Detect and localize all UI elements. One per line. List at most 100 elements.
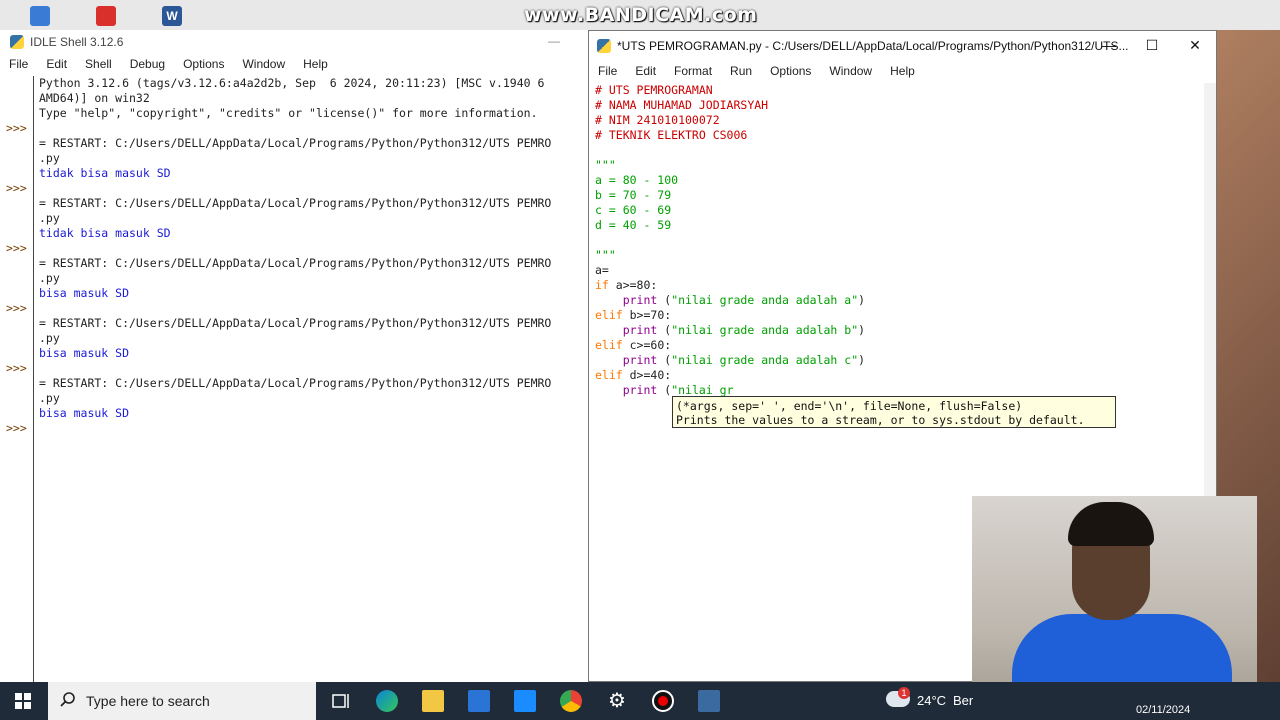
shell-prompt: >>> [6, 361, 27, 375]
shell-menu-shell[interactable]: Shell [85, 57, 112, 71]
shell-output-line [39, 301, 590, 316]
record-icon[interactable] [652, 690, 674, 712]
editor-menu-help[interactable]: Help [890, 64, 915, 78]
shell-title: IDLE Shell 3.12.6 [30, 35, 124, 49]
code-token: elif [595, 308, 623, 322]
calltip-signature: (*args, sep=' ', end='\n', file=None, fl… [676, 399, 1023, 413]
code-token: b = 70 - 79 [595, 188, 672, 202]
shell-menu-debug[interactable]: Debug [130, 57, 165, 71]
shell-output-line: = RESTART: C:/Users/DELL/AppData/Local/P… [39, 376, 552, 390]
code-line: print ("nilai grade anda adalah a") [595, 293, 1202, 308]
code-token: # NIM 241010100072 [595, 113, 720, 127]
start-icon[interactable] [15, 693, 31, 709]
shell-output-line: bisa masuk SD [39, 406, 130, 420]
shell-output-line: AMD64)] on win32 [39, 91, 150, 105]
minimize-icon[interactable]: — [548, 34, 560, 48]
shell-output-line: = RESTART: C:/Users/DELL/AppData/Local/P… [39, 256, 552, 270]
code-line: elif b>=70: [595, 308, 1202, 323]
store-icon[interactable] [468, 690, 490, 712]
shell-output-line [39, 241, 590, 256]
shell-menu-edit[interactable]: Edit [46, 57, 67, 71]
editor-title: *UTS PEMROGRAMAN.py - C:/Users/DELL/AppD… [617, 39, 1129, 53]
code-token: ) [858, 293, 866, 307]
maximize-icon[interactable]: ☐ [1142, 37, 1162, 54]
code-token: elif [595, 338, 623, 352]
taskbar-search-box[interactable]: Type here to search [48, 682, 316, 720]
shell-menu-help[interactable]: Help [303, 57, 328, 71]
code-token: ) [858, 353, 866, 367]
code-token: """ [595, 248, 616, 262]
code-token: ( [657, 323, 672, 337]
shell-prompt: >>> [6, 181, 27, 195]
desktop-app-icon[interactable] [96, 6, 116, 26]
bandicam-watermark: www.BANDICAM.com [524, 4, 758, 26]
word-icon[interactable]: W [162, 6, 182, 26]
code-token: a = 80 - 100 [595, 173, 679, 187]
shell-titlebar[interactable]: IDLE Shell 3.12.6 — [0, 30, 590, 54]
clock-date: 02/11/2024 [1136, 704, 1191, 716]
code-line: """ [595, 158, 1202, 173]
shell-output-line: Python 3.12.6 (tags/v3.12.6:a4a2d2b, Sep… [39, 76, 545, 90]
shell-output-line [39, 121, 590, 136]
idle-taskbar-icon[interactable] [698, 690, 720, 712]
shell-output-line: tidak bisa masuk SD [39, 166, 171, 180]
editor-menu-format[interactable]: Format [674, 64, 712, 78]
settings-gear-icon[interactable]: ⚙ [606, 690, 628, 712]
code-line: elif c>=60: [595, 338, 1202, 353]
code-line: # NAMA MUHAMAD JODIARSYAH [595, 98, 1202, 113]
editor-titlebar[interactable]: *UTS PEMROGRAMAN.py - C:/Users/DELL/AppD… [589, 31, 1216, 61]
shell-prompt: >>> [6, 121, 27, 135]
minimize-icon[interactable]: — [1099, 37, 1119, 53]
shell-prompt: >>> [6, 421, 27, 435]
shell-menu-options[interactable]: Options [183, 57, 224, 71]
shell-menu-file[interactable]: File [9, 57, 28, 71]
shell-output-line [39, 181, 590, 196]
code-line: if a>=80: [595, 278, 1202, 293]
code-token: # TEKNIK ELEKTRO CS006 [595, 128, 748, 142]
code-token: d = 40 - 59 [595, 218, 672, 232]
editor-menu-run[interactable]: Run [730, 64, 752, 78]
editor-menu-edit[interactable]: Edit [635, 64, 656, 78]
desktop-folder-icon[interactable] [30, 6, 50, 26]
editor-menu-file[interactable]: File [598, 64, 617, 78]
shell-output-line: .py [39, 271, 60, 285]
shell-output-line: bisa masuk SD [39, 346, 130, 360]
code-line: a = 80 - 100 [595, 173, 1202, 188]
task-view-icon[interactable] [330, 690, 352, 712]
code-token: ) [858, 323, 866, 337]
search-placeholder: Type here to search [86, 693, 210, 709]
chrome-icon[interactable] [560, 690, 582, 712]
shell-menubar: File Edit Shell Debug Options Window Help [0, 54, 590, 74]
code-token: "nilai grade anda adalah b" [671, 323, 859, 337]
code-token: "nilai grade anda adalah a" [671, 293, 859, 307]
shell-output-line: tidak bisa masuk SD [39, 226, 171, 240]
editor-menu-options[interactable]: Options [770, 64, 811, 78]
calltip-popup: (*args, sep=' ', end='\n', file=None, fl… [672, 396, 1116, 428]
close-icon[interactable]: ✕ [1185, 37, 1205, 54]
mail-icon[interactable] [514, 690, 536, 712]
code-token: "nilai gr [671, 383, 734, 397]
calltip-description: Prints the values to a stream, or to sys… [676, 413, 1085, 427]
shell-output[interactable]: Python 3.12.6 (tags/v3.12.6:a4a2d2b, Sep… [39, 76, 590, 682]
shell-output-line: = RESTART: C:/Users/DELL/AppData/Local/P… [39, 196, 552, 210]
file-explorer-icon[interactable] [422, 690, 444, 712]
notification-badge: 1 [898, 687, 910, 699]
edge-icon[interactable] [376, 690, 398, 712]
shell-prompt: >>> [6, 301, 27, 315]
code-token: print [622, 353, 658, 367]
code-token: d>=40: [622, 368, 672, 382]
code-token: print [622, 323, 658, 337]
shell-output-line: = RESTART: C:/Users/DELL/AppData/Local/P… [39, 316, 552, 330]
idle-shell-window[interactable]: IDLE Shell 3.12.6 — File Edit Shell Debug Op… [0, 30, 591, 682]
editor-menu-window[interactable]: Window [829, 64, 872, 78]
code-token: # UTS PEMROGRAMAN [595, 83, 713, 97]
shell-output-line: .py [39, 391, 60, 405]
code-token: ( [657, 383, 672, 397]
shell-menu-window[interactable]: Window [242, 57, 285, 71]
code-line: # UTS PEMROGRAMAN [595, 83, 1202, 98]
